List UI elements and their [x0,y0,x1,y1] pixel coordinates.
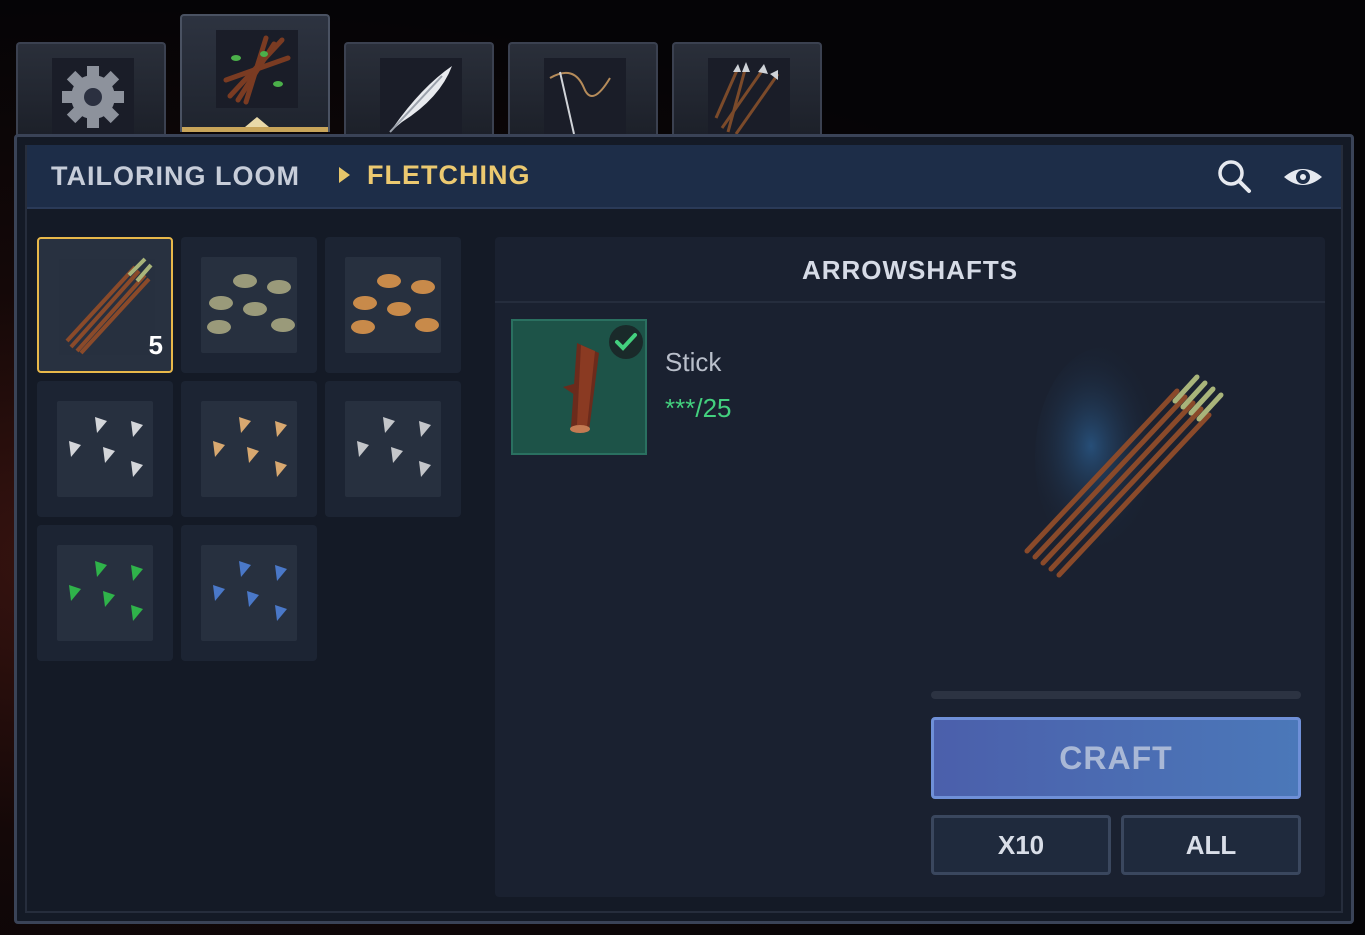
jade-arrowheads-icon [69,561,143,621]
divider [495,301,1325,303]
recipe-jade-arrowheads[interactable] [37,525,173,661]
arrows-icon [708,58,790,136]
iron-arrowheads-icon [69,417,143,477]
crafting-panel: TAILORING LOOM FLETCHING 5 ARROWSHAFTS S… [14,134,1354,924]
recipe-silver-arrowheads[interactable] [325,381,461,517]
gear-icon [52,58,134,136]
feather-icon [380,58,462,136]
tab-sticks[interactable] [180,14,330,132]
active-tab-indicator [245,117,269,127]
flint-arrowheads-icon [207,274,295,334]
recipe-title: ARROWSHAFTS [801,255,1019,285]
breadcrumb-current: FLETCHING [367,160,531,190]
active-tab-underline [182,127,328,132]
copper-arrowheads-icon [351,274,439,334]
recipe-bronze-arrowheads[interactable] [181,381,317,517]
craft-all-button[interactable]: ALL [1121,815,1301,875]
bronze-arrowheads-icon [213,417,287,477]
search-icon[interactable] [1215,157,1255,197]
recipe-flint-arrowheads[interactable] [181,237,317,373]
arrowshafts-icon [65,257,153,355]
tab-bowstring[interactable] [508,42,658,136]
craft-progress-bar [931,691,1301,699]
arrowshafts-preview-icon [1005,347,1255,587]
ingredient-quantity: ***/25 [665,393,732,423]
recipe-arrowshafts[interactable]: 5 [37,237,173,373]
tab-arrows[interactable] [672,42,822,136]
breadcrumb-parent[interactable]: TAILORING LOOM [51,161,300,192]
silver-arrowheads-icon [357,417,431,477]
category-tabs [16,14,836,136]
sapphire-arrowheads-icon [213,561,287,621]
bowstring-icon [544,58,626,136]
recipe-count: 5 [148,330,163,360]
recipe-iron-arrowheads[interactable] [37,381,173,517]
craft-x10-button[interactable]: X10 [931,815,1111,875]
eye-icon[interactable] [1281,157,1325,197]
breadcrumb-chevron-icon [339,167,350,183]
recipe-detail: ARROWSHAFTS Stick ***/25 CRAFT X10 ALL [495,237,1325,897]
recipe-copper-arrowheads[interactable] [325,237,461,373]
recipe-sapphire-arrowheads[interactable] [181,525,317,661]
tab-settings[interactable] [16,42,166,136]
check-icon [609,325,643,359]
breadcrumb-header: TAILORING LOOM FLETCHING [27,145,1341,209]
craft-button[interactable]: CRAFT [931,717,1301,799]
tab-feathers[interactable] [344,42,494,136]
ingredient-name: Stick [665,347,722,377]
sticks-icon [216,30,298,108]
ingredient-slot[interactable] [511,319,647,455]
